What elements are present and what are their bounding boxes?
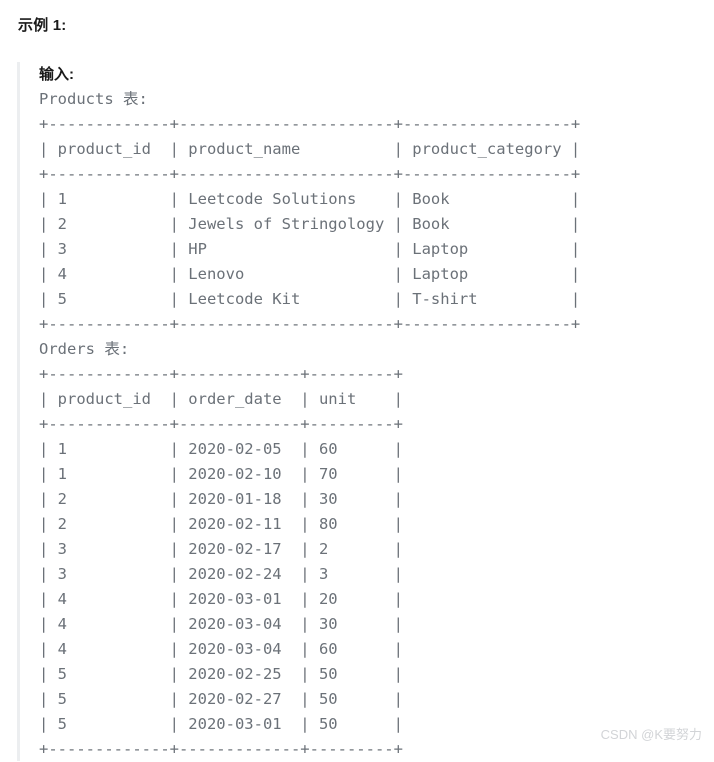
products-table-caption: Products 表:: [39, 90, 148, 108]
page-title: 示例 1:: [18, 17, 67, 34]
csdn-watermark: CSDN @K要努力: [600, 727, 702, 742]
products-ascii-table: +-------------+-----------------------+-…: [39, 115, 581, 333]
input-label: 输入:: [39, 66, 74, 83]
example-blockquote: 输入: Products 表: +-------------+---------…: [17, 62, 714, 761]
orders-ascii-table: +-------------+-------------+---------+ …: [39, 365, 403, 758]
orders-table-caption: Orders 表:: [39, 340, 130, 358]
